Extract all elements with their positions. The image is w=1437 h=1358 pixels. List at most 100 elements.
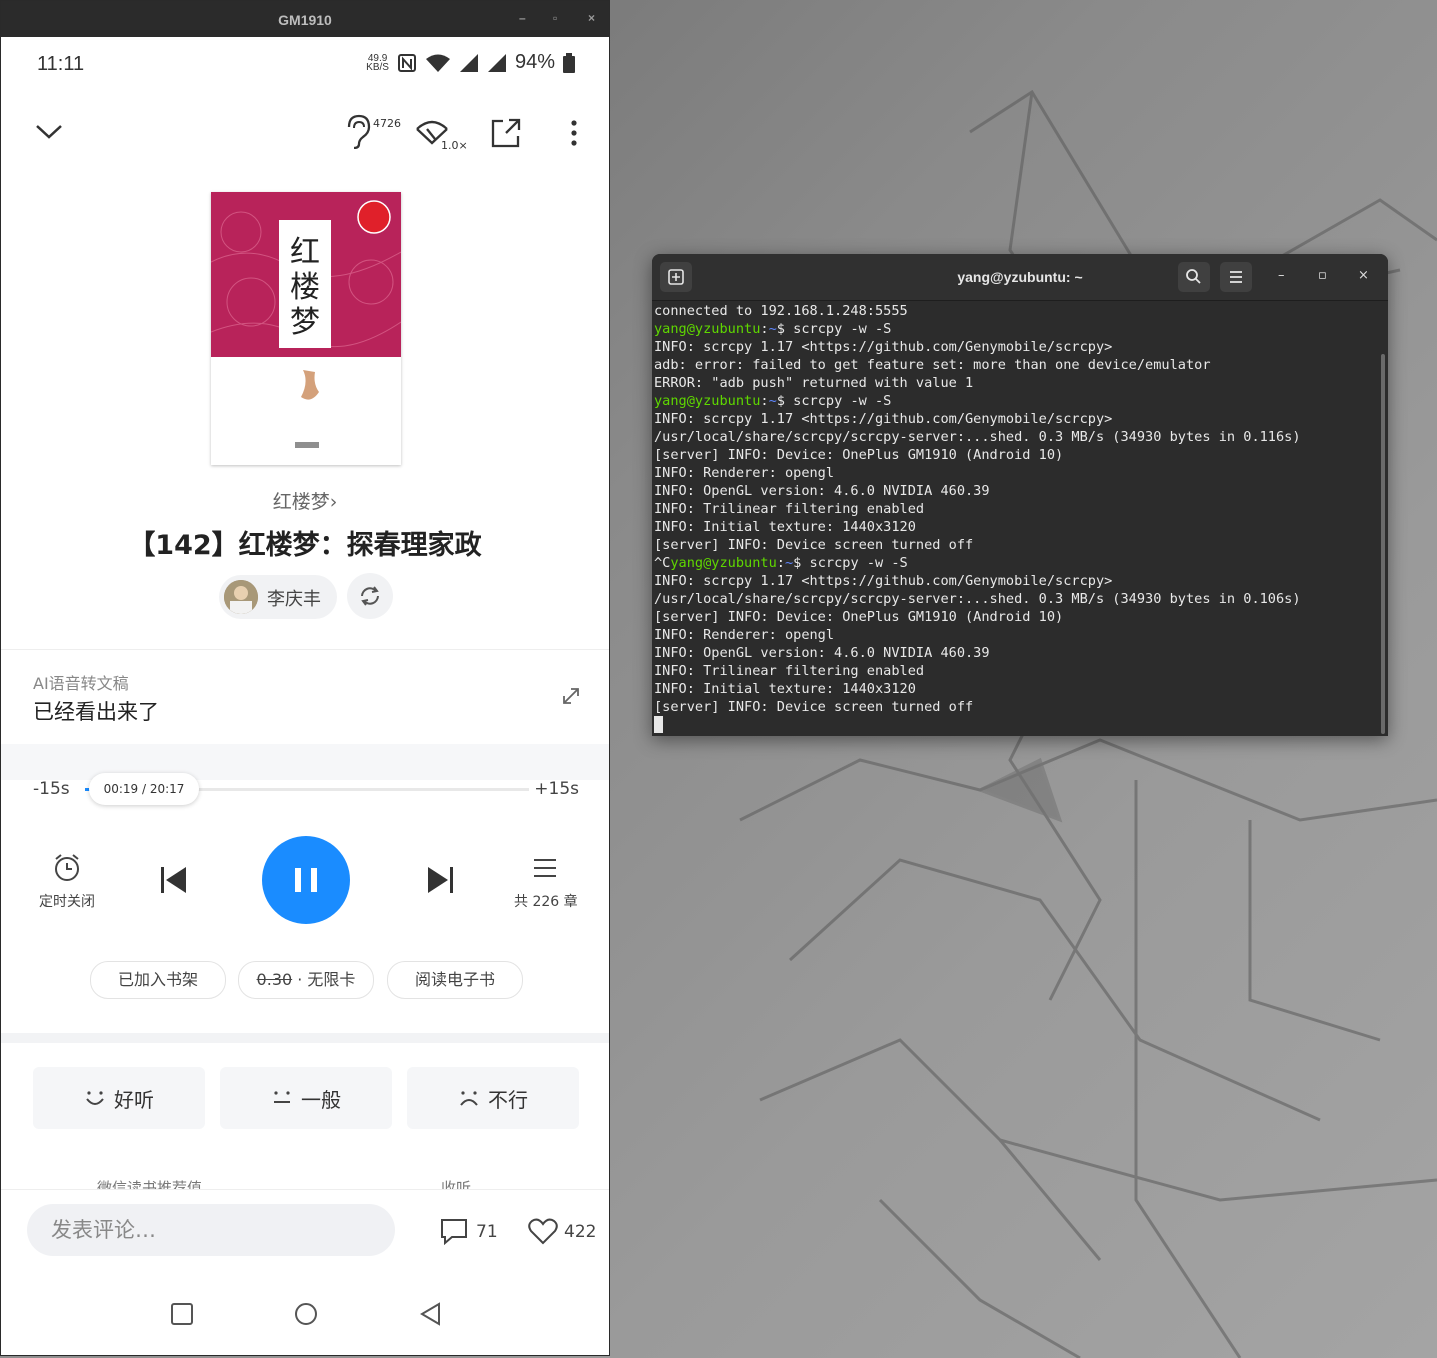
book-cover-art: 红 楼 梦: [211, 192, 401, 448]
expand-icon[interactable]: [561, 686, 581, 706]
terminal-line: adb: error: failed to get feature set: m…: [654, 357, 1211, 373]
phone-window-titlebar[interactable]: GM1910 – ▫ ×: [1, 1, 609, 37]
alarm-clock-icon[interactable]: [52, 853, 82, 883]
author-chip[interactable]: 李庆丰: [219, 575, 337, 619]
terminal-line: ERROR: "adb push" returned with value 1: [654, 375, 974, 391]
rate-bad-label: 不行: [488, 1087, 528, 1112]
ai-transcript-text: 已经看出来了: [33, 700, 159, 724]
rate-good-button[interactable]: 好听: [33, 1067, 205, 1129]
terminal-line: INFO: scrcpy 1.17 <https://github.com/Ge…: [654, 411, 1113, 427]
listeners-button[interactable]: 4726: [343, 113, 401, 153]
original-price: 0.30: [256, 970, 293, 989]
unlimited-card-button[interactable]: 0.30 · 无限卡: [238, 961, 374, 999]
share-icon[interactable]: [490, 117, 522, 149]
ai-transcript-label: AI语音转文稿: [33, 674, 129, 693]
terminal-line: INFO: Trilinear filtering enabled: [654, 663, 925, 679]
ear-icon: [347, 114, 371, 150]
prompt-user: yang@yzubuntu: [670, 555, 777, 571]
terminal-scrollbar[interactable]: [1381, 354, 1385, 734]
terminal-line: yang@yzubuntu:~$ scrcpy -w -S: [654, 393, 892, 409]
next-track-icon[interactable]: [425, 865, 455, 895]
progress-thumb[interactable]: 00:19 / 20:17: [89, 773, 199, 805]
recents-square-icon[interactable]: [170, 1302, 194, 1326]
comment-count: 71: [476, 1222, 498, 1242]
back-triangle-icon[interactable]: [419, 1302, 443, 1326]
home-circle-icon[interactable]: [294, 1302, 318, 1326]
nfc-icon: [397, 53, 416, 72]
terminal-line: INFO: Trilinear filtering enabled: [654, 501, 925, 517]
signal-roaming-icon: [487, 53, 506, 72]
rate-ok-button[interactable]: 一般: [220, 1067, 392, 1129]
terminal-line: INFO: Initial texture: 1440x3120: [654, 519, 916, 535]
seek-forward-15-button[interactable]: +15s: [534, 779, 579, 799]
prompt-path: ~: [768, 321, 777, 337]
book-name-link[interactable]: 红楼梦›: [1, 487, 609, 514]
added-to-shelf-button[interactable]: 已加入书架: [90, 961, 226, 999]
terminal-output[interactable]: connected to 192.168.1.248:5555 yang@yzub…: [652, 302, 1378, 736]
listeners-count: 4726: [373, 117, 401, 130]
terminal-line: INFO: OpenGL version: 4.6.0 NVIDIA 460.3…: [654, 645, 990, 661]
terminal-line: INFO: Renderer: opengl: [654, 627, 835, 643]
svg-text:梦: 梦: [290, 305, 320, 340]
sleep-timer-label[interactable]: 定时关闭: [39, 891, 95, 911]
terminal-line: /usr/local/share/scrcpy/scrcpy-server:..…: [654, 429, 1301, 445]
terminal-line: INFO: Renderer: opengl: [654, 465, 835, 481]
prompt-user: yang@yzubuntu: [654, 321, 761, 337]
prompt-user: yang@yzubuntu: [654, 393, 761, 409]
wifi-icon: [425, 54, 450, 72]
terminal-line: /usr/local/share/scrcpy/scrcpy-server:..…: [654, 591, 1301, 607]
author-name: 李庆丰: [267, 589, 321, 610]
terminal-headerbar[interactable]: yang@yzubuntu: ~ – ▫ ×: [652, 254, 1388, 301]
rate-good-label: 好听: [114, 1087, 154, 1112]
terminal-maximize-button[interactable]: ▫: [1318, 268, 1327, 283]
comment-icon[interactable]: [440, 1217, 468, 1245]
refresh-button[interactable]: [347, 573, 393, 619]
search-icon: [1186, 269, 1201, 284]
phone-screen: 11:11 49.9 KB/S 94% 4726 1.0× 红 楼 梦 红楼梦›…: [1, 37, 609, 1355]
phone-window-title: GM1910: [278, 12, 332, 28]
neutral-face-icon: [274, 1091, 290, 1103]
terminal-close-button[interactable]: ×: [1358, 268, 1369, 283]
section-divider: [1, 744, 609, 780]
minimize-button[interactable]: –: [519, 11, 526, 25]
collapse-chevron-icon[interactable]: [35, 121, 63, 143]
chapter-list-icon[interactable]: [533, 857, 557, 879]
playback-speed-value: 1.0×: [441, 139, 468, 152]
prompt-path: ~: [784, 555, 794, 571]
battery-icon: [563, 52, 575, 73]
refresh-icon: [361, 586, 379, 606]
terminal-menu-button[interactable]: [1220, 262, 1252, 292]
battery-percent: 94%: [514, 51, 555, 73]
seek-back-15-button[interactable]: -15s: [33, 779, 70, 799]
playback-speed-button[interactable]: 1.0×: [415, 117, 468, 152]
close-button[interactable]: ×: [588, 11, 595, 25]
maximize-button[interactable]: ▫: [553, 11, 557, 25]
ai-transcript-section[interactable]: AI语音转文稿 已经看出来了: [1, 649, 609, 745]
author-avatar: [224, 580, 258, 614]
terminal-minimize-button[interactable]: –: [1278, 268, 1285, 283]
terminal-line: ^Cyang@yzubuntu:~$ scrcpy -w -S: [654, 555, 908, 571]
terminal-line: connected to 192.168.1.248:5555: [654, 303, 908, 319]
book-name: 红楼梦: [272, 491, 330, 513]
like-heart-icon[interactable]: [528, 1217, 558, 1245]
svg-text:楼: 楼: [290, 270, 320, 305]
comment-input[interactable]: 发表评论…: [27, 1204, 395, 1256]
smile-icon: [86, 1091, 104, 1105]
previous-track-icon[interactable]: [159, 865, 189, 895]
more-options-icon[interactable]: [567, 119, 581, 149]
section-separator: [1, 1033, 609, 1043]
pause-button[interactable]: [262, 836, 350, 924]
network-speed: 49.9 KB/S: [366, 53, 389, 73]
read-ebook-button[interactable]: 阅读电子书: [387, 961, 523, 999]
chapter-count-label[interactable]: 共 226 章: [514, 891, 578, 911]
terminal-line: INFO: scrcpy 1.17 <https://github.com/Ge…: [654, 573, 1113, 589]
terminal-cursor-line: [654, 716, 1378, 735]
book-cover[interactable]: 红 楼 梦: [211, 192, 401, 465]
terminal-window: yang@yzubuntu: ~ – ▫ × connected to 192.…: [652, 254, 1388, 736]
network-speed-unit: KB/S: [366, 61, 389, 73]
rate-bad-button[interactable]: 不行: [407, 1067, 579, 1129]
android-navigation-bar: [1, 1277, 609, 1355]
terminal-line: yang@yzubuntu:~$ scrcpy -w -S: [654, 321, 892, 337]
terminal-cursor: [654, 716, 663, 733]
terminal-search-button[interactable]: [1178, 262, 1210, 292]
